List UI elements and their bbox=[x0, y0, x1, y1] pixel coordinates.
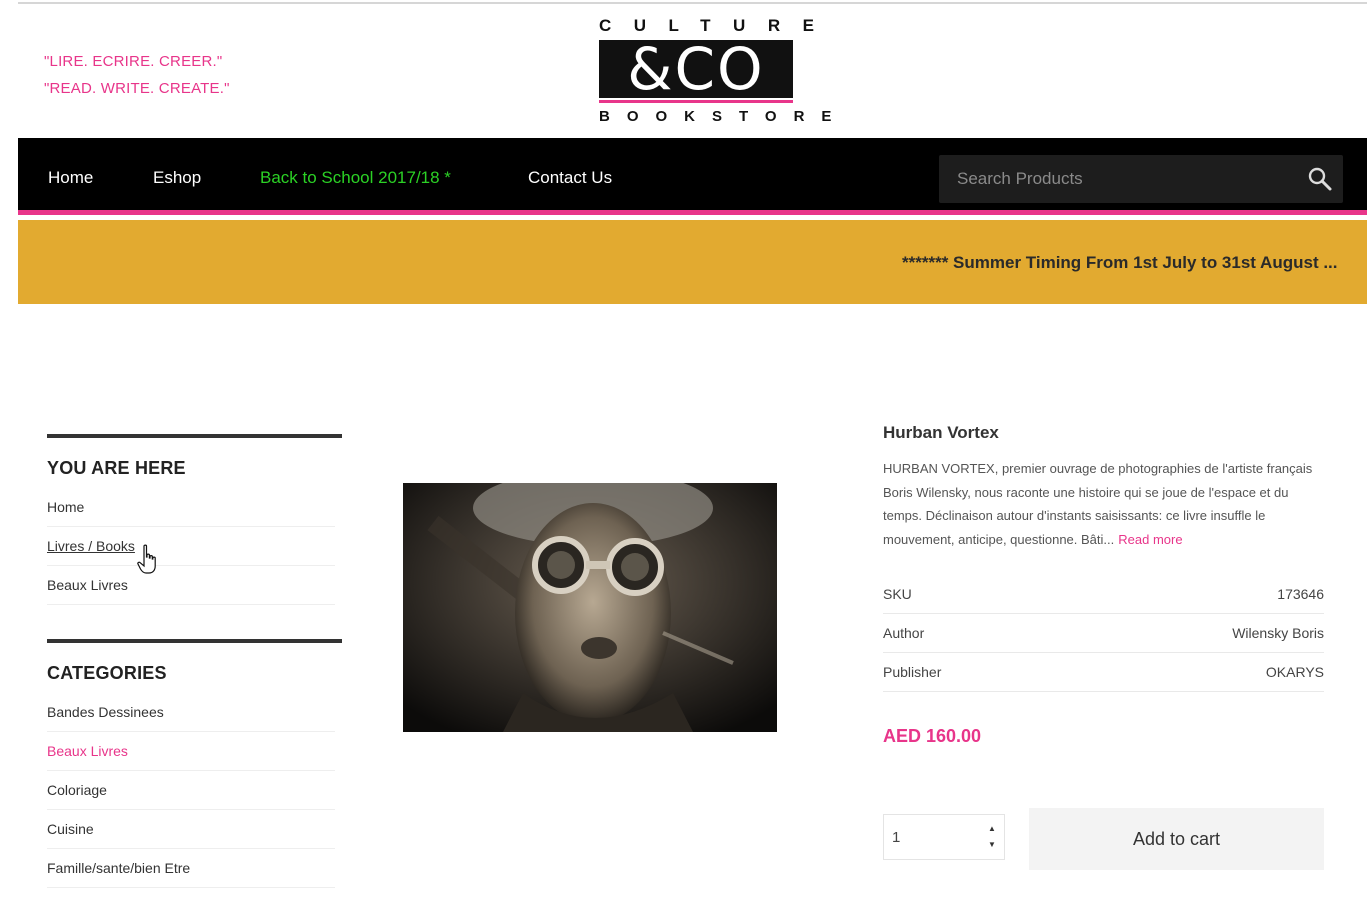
product-price: AED 160.00 bbox=[883, 726, 982, 746]
quantity-input[interactable] bbox=[884, 815, 982, 859]
sidebar: YOU ARE HERE Home Livres / Books Beaux L… bbox=[47, 434, 342, 899]
product-description-text: HURBAN VORTEX, premier ouvrage de photog… bbox=[883, 461, 1313, 547]
logo-underline bbox=[599, 100, 793, 103]
site-logo[interactable]: CULTURE &CO BOOKSTORE bbox=[597, 14, 849, 126]
search-icon[interactable] bbox=[1307, 166, 1333, 192]
breadcrumb-title: YOU ARE HERE bbox=[47, 458, 186, 478]
tagline-english: "READ. WRITE. CREATE." bbox=[44, 80, 230, 97]
tagline-french: "LIRE. ECRIRE. CREER." bbox=[44, 53, 223, 70]
nav-home[interactable]: Home bbox=[48, 168, 93, 188]
top-divider bbox=[18, 2, 1367, 4]
category-item-cuisine[interactable]: Cuisine bbox=[47, 810, 335, 849]
product-description: HURBAN VORTEX, premier ouvrage de photog… bbox=[883, 457, 1324, 551]
meta-value: Wilensky Boris bbox=[1232, 625, 1324, 641]
hand-cursor-icon bbox=[137, 544, 156, 574]
meta-label: Publisher bbox=[883, 664, 942, 680]
product-meta-table: SKU 173646 Author Wilensky Boris Publish… bbox=[883, 575, 1324, 692]
tagline: "LIRE. ECRIRE. CREER." "READ. WRITE. CRE… bbox=[44, 48, 230, 102]
meta-row-publisher: Publisher OKARYS bbox=[883, 653, 1324, 692]
announcement-text: ******* Summer Timing From 1st July to 3… bbox=[902, 253, 1338, 272]
product-title: Hurban Vortex bbox=[883, 423, 999, 442]
meta-row-sku: SKU 173646 bbox=[883, 575, 1324, 614]
product-image[interactable] bbox=[403, 483, 777, 732]
meta-label: SKU bbox=[883, 586, 912, 602]
nav-contact-us[interactable]: Contact Us bbox=[528, 168, 612, 188]
logo-block: &CO bbox=[599, 36, 793, 102]
categories-title: CATEGORIES bbox=[47, 663, 167, 683]
categories-block: CATEGORIES Bandes Dessinees Beaux Livres… bbox=[47, 639, 342, 888]
breadcrumb: Home Livres / Books Beaux Livres bbox=[47, 488, 335, 605]
breadcrumb-item-books-label: Livres / Books bbox=[47, 538, 135, 554]
category-item-coloriage[interactable]: Coloriage bbox=[47, 771, 335, 810]
sidebar-rule bbox=[47, 639, 342, 643]
category-item-famille-sante[interactable]: Famille/sante/bien Etre bbox=[47, 849, 335, 888]
breadcrumb-item-books[interactable]: Livres / Books bbox=[47, 527, 335, 566]
category-item-beaux-livres[interactable]: Beaux Livres bbox=[47, 732, 335, 771]
logo-bookstore-text: BOOKSTORE bbox=[599, 108, 849, 125]
meta-label: Author bbox=[883, 625, 925, 641]
nav-eshop[interactable]: Eshop bbox=[153, 168, 201, 188]
meta-value: 173646 bbox=[1277, 586, 1324, 602]
search-input[interactable] bbox=[939, 155, 1289, 203]
breadcrumb-item-home[interactable]: Home bbox=[47, 488, 335, 527]
add-to-cart-button[interactable]: Add to cart bbox=[1029, 808, 1324, 870]
quantity-stepper: ▲ ▼ bbox=[883, 814, 1005, 860]
meta-row-author: Author Wilensky Boris bbox=[883, 614, 1324, 653]
category-list: Bandes Dessinees Beaux Livres Coloriage … bbox=[47, 693, 335, 888]
search-box bbox=[939, 155, 1343, 203]
logo-culture-text: CULTURE bbox=[599, 16, 837, 35]
nav-back-to-school[interactable]: Back to School 2017/18 * bbox=[260, 168, 451, 188]
decrement-arrow-icon[interactable]: ▼ bbox=[986, 837, 998, 853]
sidebar-rule bbox=[47, 434, 342, 438]
logo-main-text: &CO bbox=[627, 35, 765, 103]
portrait-with-goggles-photo bbox=[403, 483, 777, 732]
main-navbar: Home Eshop Back to School 2017/18 * Cont… bbox=[18, 138, 1367, 215]
announcement-bar: ******* Summer Timing From 1st July to 3… bbox=[18, 220, 1367, 304]
read-more-link[interactable]: Read more bbox=[1118, 532, 1182, 547]
breadcrumb-item-beaux-livres[interactable]: Beaux Livres bbox=[47, 566, 335, 605]
category-item-bandes-dessinees[interactable]: Bandes Dessinees bbox=[47, 693, 335, 732]
quantity-spinner[interactable]: ▲ ▼ bbox=[986, 821, 998, 853]
meta-value: OKARYS bbox=[1265, 664, 1324, 680]
product-info: Hurban Vortex HURBAN VORTEX, premier ouv… bbox=[883, 423, 1324, 870]
increment-arrow-icon[interactable]: ▲ bbox=[986, 821, 998, 837]
